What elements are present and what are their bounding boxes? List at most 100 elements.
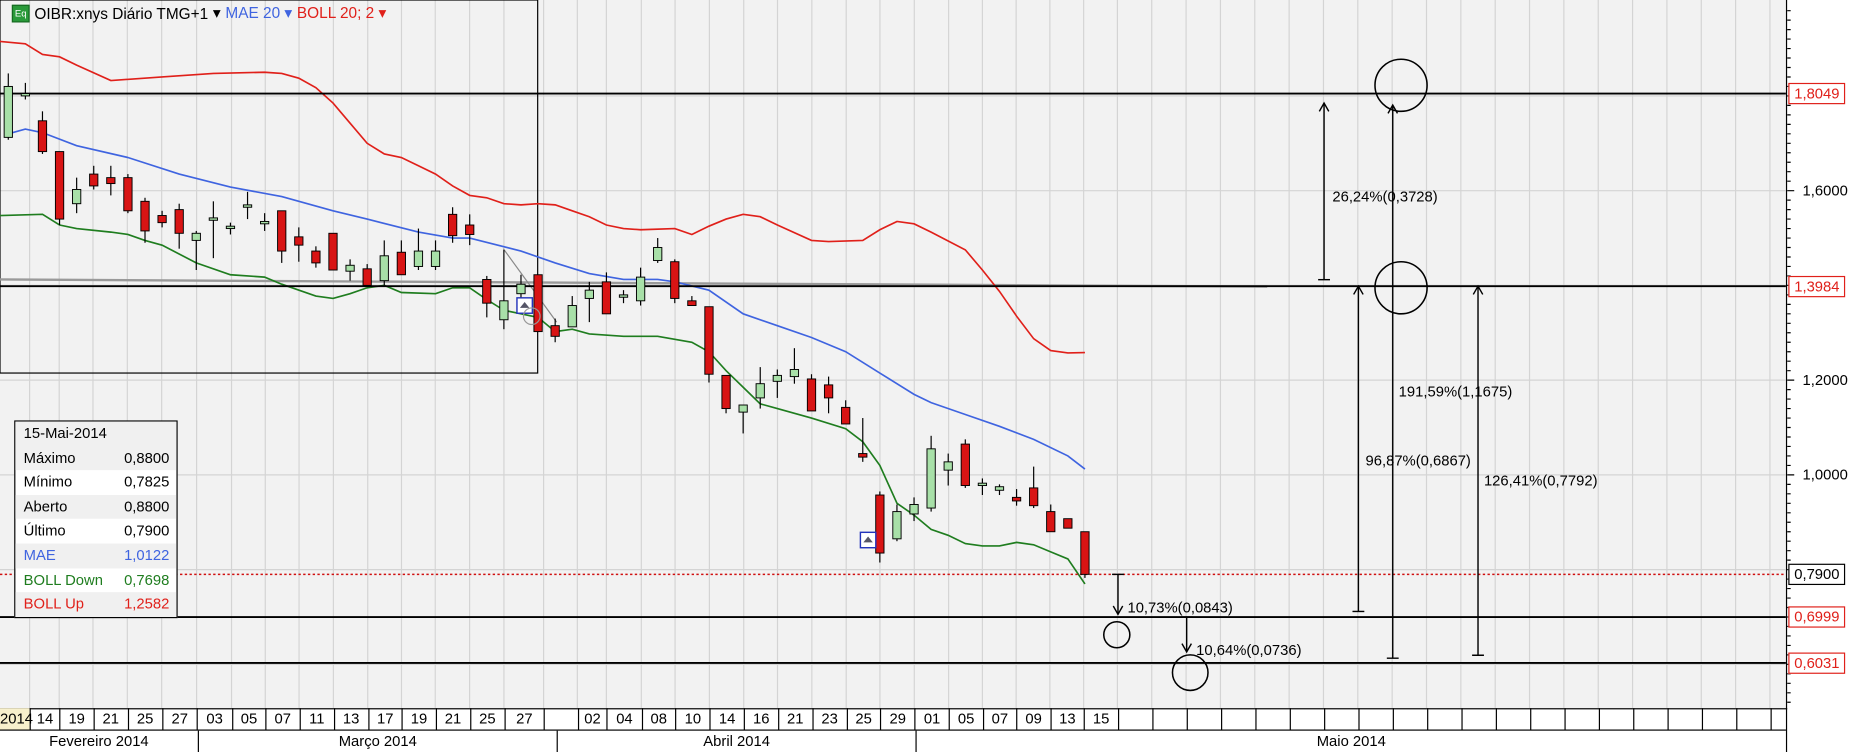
price-axis[interactable]: 1,6000 1,2000 1,0000 1,8049 1,3984 0,6999 0,60… — [1787, 0, 1857, 708]
candle-up — [994, 486, 1005, 491]
candle-up — [892, 511, 902, 540]
candle-down — [875, 494, 885, 554]
candle-down — [311, 250, 321, 264]
date-tick: 11 — [299, 708, 333, 730]
info-value: 0,7698 — [124, 571, 170, 589]
candle-down — [1029, 487, 1039, 507]
date-tick: 05 — [231, 708, 266, 730]
candle-up — [72, 189, 82, 205]
date-tick: 25 — [127, 708, 161, 730]
candle-down — [823, 384, 834, 399]
date-tick: 16 — [743, 708, 778, 730]
candle-down — [106, 177, 116, 185]
date-tick — [1117, 708, 1151, 730]
date-tick: 03 — [196, 708, 232, 730]
candle-up — [909, 504, 919, 515]
date-tick — [1323, 708, 1357, 730]
date-tick — [1529, 708, 1564, 730]
candle-down — [140, 200, 150, 232]
candle-up — [635, 276, 646, 302]
date-tick: 07 — [265, 708, 299, 730]
candle-up — [225, 225, 236, 230]
date-tick: 25 — [469, 708, 504, 730]
candle-down — [670, 261, 680, 299]
month-label: Maio 2014 — [915, 730, 1785, 752]
candle-down — [550, 325, 560, 337]
plot-area[interactable]: Eq OIBR:xnys Diário TMG+1 ▾ MAE 20 ▾ BOL… — [0, 0, 1788, 710]
info-value: 0,8800 — [124, 449, 170, 467]
date-tick — [1289, 708, 1323, 730]
candle-down — [1080, 531, 1090, 575]
date-tick: 07 — [982, 708, 1016, 730]
measurement-label: 26,24%(0,3728) — [1332, 188, 1438, 205]
symbol-label[interactable]: OIBR:xnys Diário TMG+1 — [34, 4, 208, 22]
date-tick: 10 — [675, 708, 709, 730]
info-label: BOLL Down — [23, 571, 103, 589]
candle-up — [618, 294, 629, 298]
date-tick — [1701, 708, 1735, 730]
chart-header: Eq OIBR:xnys Diário TMG+1 ▾ MAE 20 ▾ BOL… — [11, 4, 386, 23]
date-tick — [1357, 708, 1392, 730]
equity-icon: Eq — [11, 4, 30, 22]
price-chart — [0, 0, 1786, 709]
level-price-label: 1,3984 — [1788, 275, 1846, 297]
candle-down — [858, 453, 868, 458]
info-label: Último — [23, 522, 66, 540]
y-tick-label: 1,6000 — [1802, 182, 1848, 199]
date-tick — [543, 708, 578, 730]
date-tick: 04 — [606, 708, 641, 730]
date-tick: 21 — [92, 708, 127, 730]
date-tick — [1151, 708, 1186, 730]
info-row: MAE 1,0122 — [15, 543, 177, 568]
candle-down — [1063, 518, 1073, 529]
date-tick — [1254, 708, 1289, 730]
candle-up — [772, 374, 782, 382]
candle-up — [191, 232, 201, 241]
candle-up — [943, 461, 953, 471]
candle-down — [174, 209, 184, 234]
measurement-label: 96,87%(0,6867) — [1365, 452, 1471, 469]
candle-up — [3, 85, 13, 138]
axis-ticks — [1787, 10, 1795, 703]
candle-up — [499, 300, 509, 321]
candle-up — [345, 264, 355, 272]
info-row: Último 0,7900 — [15, 519, 176, 543]
series-mae-20 — [8, 128, 1086, 470]
date-tick — [1632, 708, 1667, 730]
candle-down — [54, 151, 65, 220]
candle-down — [294, 236, 304, 246]
date-tick — [1460, 708, 1495, 730]
date-tick — [1392, 708, 1426, 730]
month-label: Fevereiro 2014 — [49, 733, 149, 750]
candle-down — [482, 279, 492, 304]
zoom-rectangle — [0, 0, 539, 374]
candle-up — [208, 217, 218, 221]
candle-up — [260, 220, 270, 225]
candle-down — [601, 281, 612, 315]
info-value: 0,8800 — [124, 498, 170, 515]
date-tick — [1495, 708, 1529, 730]
target-circle — [1103, 620, 1131, 649]
mae-indicator-label[interactable]: MAE 20 ▾ — [225, 4, 292, 23]
month-label: Março 2014 — [197, 730, 557, 752]
candle-up — [738, 404, 748, 413]
boll-indicator-label[interactable]: BOLL 20; 2 ▾ — [297, 4, 386, 23]
candle-down — [704, 306, 714, 375]
info-value: 1,2582 — [124, 595, 170, 613]
info-row: Máximo 0,8800 — [15, 445, 177, 471]
candle-up — [516, 283, 526, 295]
info-row: Mínimo 0,7825 — [15, 470, 176, 494]
symbol-dropdown-icon[interactable]: ▾ — [213, 4, 221, 23]
axis-corner — [1785, 708, 1857, 752]
date-tick: 29 — [879, 708, 914, 730]
info-row: BOLL Down 0,7698 — [15, 568, 176, 592]
date-tick — [1563, 708, 1598, 730]
level-price-label: 0,6031 — [1788, 652, 1846, 674]
date-tick: 14 — [29, 708, 60, 730]
date-tick: 09 — [1016, 708, 1050, 730]
y-tick-label: 1,2000 — [1802, 371, 1848, 389]
candle-down — [448, 213, 458, 237]
candle-up — [413, 250, 424, 267]
candle-down — [89, 173, 99, 187]
candle-down — [328, 232, 338, 271]
